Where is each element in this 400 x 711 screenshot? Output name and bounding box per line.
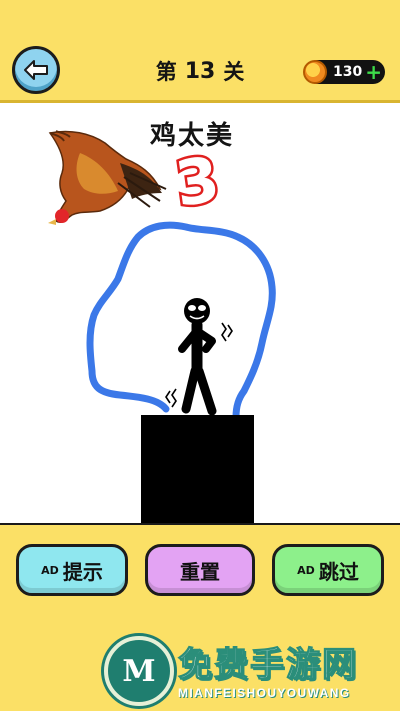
reset-button[interactable]: 重置 — [145, 544, 255, 596]
black-pedestal — [141, 415, 254, 523]
level-indicator: 第 13 关 — [140, 56, 260, 86]
watermark-logo-letter: M — [122, 653, 156, 689]
level-number: 13 — [184, 58, 216, 84]
hint-button[interactable]: AD 提示 — [16, 544, 128, 596]
skip-button[interactable]: AD 跳过 — [272, 544, 384, 596]
stick-figure — [165, 298, 233, 416]
level-suffix: 关 — [223, 60, 245, 84]
skip-label: 跳过 — [318, 559, 359, 584]
ad-badge: AD — [41, 563, 59, 577]
top-bar: 第 13 关 130 + — [0, 0, 400, 103]
watermark-subtitle: MIANFEISHOUYOUWANG — [178, 686, 351, 700]
back-arrow-icon — [24, 60, 48, 80]
rooster-image — [48, 130, 167, 225]
level-prefix: 第 — [155, 60, 177, 84]
coin-counter[interactable]: 130 + — [303, 60, 385, 84]
drawn-line — [86, 221, 276, 421]
svg-text:3: 3 — [171, 142, 224, 220]
game-stage[interactable]: 鸡太美 3 — [0, 103, 400, 525]
watermark-title: 免费手游网 — [177, 644, 358, 685]
add-coins-icon[interactable]: + — [365, 62, 382, 82]
ad-badge: AD — [297, 563, 315, 577]
watermark-logo: M — [104, 636, 174, 706]
reset-label: 重置 — [180, 559, 220, 584]
coin-count: 130 — [333, 64, 363, 80]
big-number-three: 3 — [168, 140, 226, 223]
coin-icon — [303, 60, 327, 84]
hint-label: 提示 — [62, 559, 103, 584]
back-button[interactable] — [12, 46, 60, 94]
